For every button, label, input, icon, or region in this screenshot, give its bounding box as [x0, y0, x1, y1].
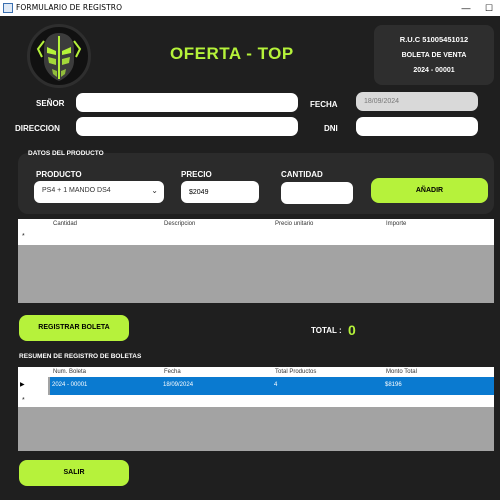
product-group-title: DATOS DEL PRODUCTO	[28, 150, 104, 157]
col-monto-total[interactable]: Monto Total	[386, 369, 417, 375]
new-row-marker: *	[22, 233, 25, 240]
summary-grid-header: Num. Boleta Fecha Total Productos Monto …	[18, 367, 494, 377]
producto-label: PRODUCTO	[36, 170, 82, 179]
add-button[interactable]: AÑADIR	[371, 178, 488, 203]
window-title: FORMULARIO DE REGISTRO	[16, 3, 123, 12]
col-precio-unitario[interactable]: Precio unitario	[275, 221, 313, 227]
table-row[interactable]: 2024 - 00001 18/09/2024 4 $8196	[50, 377, 494, 395]
chevron-down-icon[interactable]: ⌄	[151, 186, 158, 195]
document-type: BOLETA DE VENTA	[401, 52, 467, 59]
total-value: 0	[348, 322, 356, 338]
items-grid-header: Cantidad Descripcion Precio unitario Imp…	[18, 219, 494, 229]
current-row-icon: ▶	[20, 382, 25, 388]
cantidad-label: CANTIDAD	[281, 170, 323, 179]
producto-select[interactable]: PS4 + 1 MANDO DS4 ⌄	[34, 181, 164, 203]
items-grid[interactable]: Cantidad Descripcion Precio unitario Imp…	[18, 219, 494, 303]
maximize-button[interactable]: ☐	[478, 0, 500, 16]
cell-fecha: 18/09/2024	[163, 382, 194, 388]
new-row[interactable]: *	[18, 229, 494, 245]
dni-input[interactable]	[356, 117, 478, 136]
col-descripcion[interactable]: Descripcion	[164, 221, 195, 227]
app-window-icon	[3, 3, 13, 13]
col-fecha[interactable]: Fecha	[164, 369, 181, 375]
fecha-label: FECHA	[310, 100, 338, 109]
col-total-productos[interactable]: Total Productos	[275, 369, 316, 375]
register-button[interactable]: REGISTRAR BOLETA	[19, 315, 129, 341]
new-row-marker: *	[22, 397, 25, 404]
row-header-current[interactable]: ▶	[18, 377, 48, 395]
page-heading: OFERTA - TOP	[170, 44, 294, 63]
senor-label: SEÑOR	[36, 99, 65, 108]
predator-mask-icon	[27, 24, 91, 88]
title-bar: FORMULARIO DE REGISTRO — ☐	[0, 0, 500, 16]
precio-input[interactable]	[181, 181, 259, 203]
col-num-boleta[interactable]: Num. Boleta	[53, 369, 86, 375]
ruc-number: R.U.C 51005451012	[399, 35, 469, 44]
direccion-input[interactable]	[76, 117, 298, 136]
cell-monto-total: $8196	[385, 382, 402, 388]
new-row[interactable]: *	[18, 395, 494, 407]
summary-title: RESUMEN DE REGISTRO DE BOLETAS	[19, 353, 142, 360]
direccion-label: DIRECCION	[15, 124, 60, 133]
cell-total-productos: 4	[274, 382, 278, 388]
total-label: TOTAL :	[311, 326, 342, 335]
fecha-field	[356, 92, 478, 111]
exit-button[interactable]: SALIR	[19, 460, 129, 486]
dni-label: DNI	[324, 124, 338, 133]
producto-selected-value: PS4 + 1 MANDO DS4	[42, 187, 111, 194]
ruc-card: R.U.C 51005451012 BOLETA DE VENTA 2024 -…	[374, 25, 494, 85]
col-cantidad[interactable]: Cantidad	[53, 221, 77, 227]
precio-label: PRECIO	[181, 170, 212, 179]
senor-input[interactable]	[76, 93, 298, 112]
col-importe[interactable]: Importe	[386, 221, 406, 227]
document-number: 2024 - 00001	[413, 67, 455, 74]
cantidad-input[interactable]	[281, 182, 353, 204]
summary-grid[interactable]: Num. Boleta Fecha Total Productos Monto …	[18, 367, 494, 451]
cell-num-boleta: 2024 - 00001	[52, 382, 88, 388]
minimize-button[interactable]: —	[455, 0, 477, 16]
